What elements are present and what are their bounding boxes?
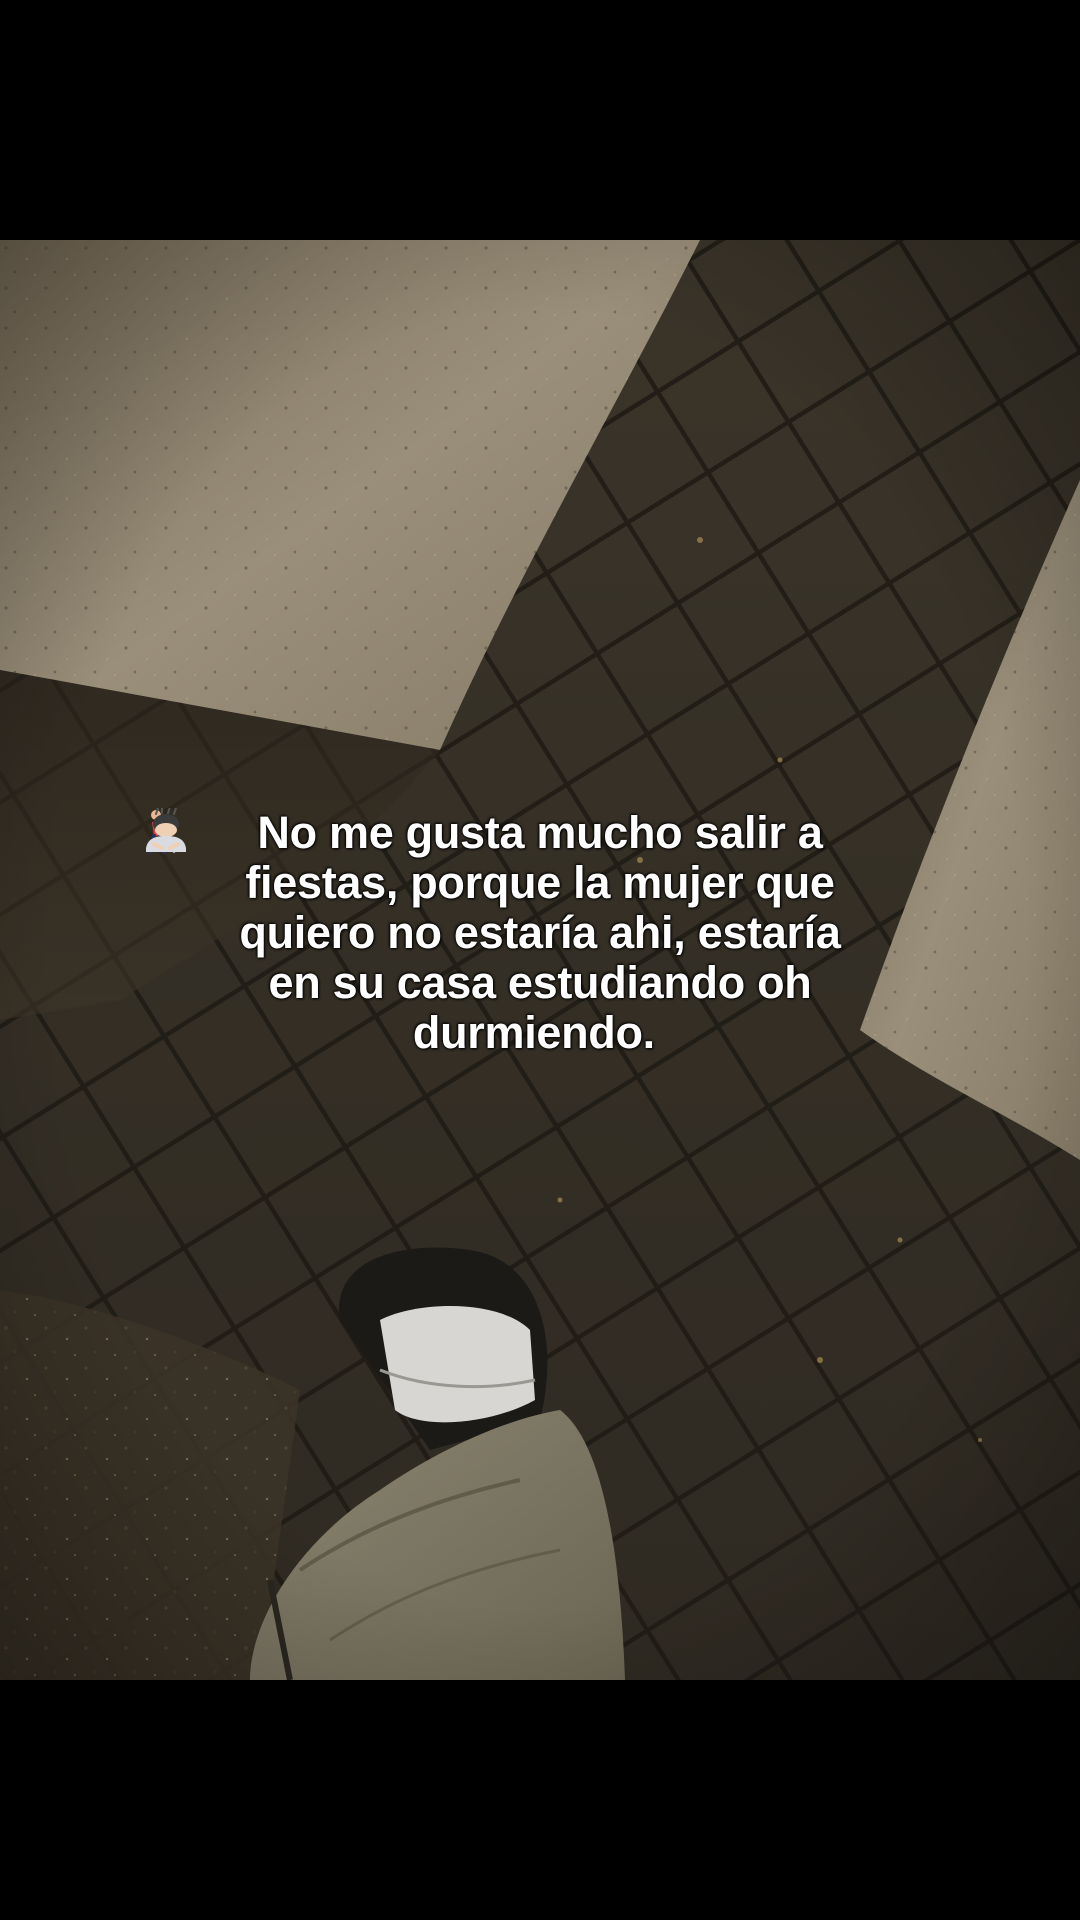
video-frame[interactable]: No me gusta mucho salir a fiestas, porqu… (0, 240, 1080, 1680)
caption-text: No me gusta mucho salir a fiestas, porqu… (239, 807, 841, 1058)
screen: No me gusta mucho salir a fiestas, porqu… (0, 0, 1080, 1920)
letterbox-top (0, 0, 1080, 240)
letterbox-bottom (0, 1680, 1080, 1920)
caption-overlay: No me gusta mucho salir a fiestas, porqu… (140, 808, 940, 1058)
